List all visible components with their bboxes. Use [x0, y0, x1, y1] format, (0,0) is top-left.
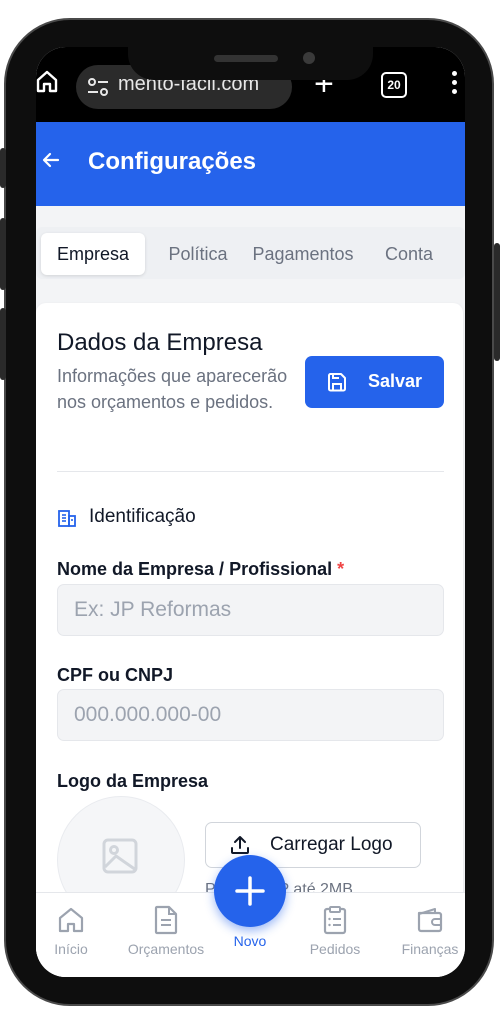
upload-logo-label: Carregar Logo	[270, 834, 393, 855]
document-icon	[121, 905, 211, 935]
phone-volume-down	[0, 308, 6, 380]
tab-conta[interactable]: Conta	[374, 233, 444, 275]
building-icon	[57, 508, 77, 533]
nav-financas[interactable]: Finanças	[385, 905, 465, 957]
nav-pedidos-label: Pedidos	[309, 941, 361, 957]
required-asterisk: *	[337, 559, 345, 579]
plus-icon	[234, 875, 266, 912]
nav-inicio-label: Início	[54, 941, 88, 957]
nav-pedidos[interactable]: Pedidos	[290, 905, 380, 957]
save-button[interactable]: Salvar	[305, 356, 444, 408]
page-title: Configurações	[88, 148, 257, 175]
company-name-label-text: Nome da Empresa / Profissional	[57, 559, 333, 579]
nav-inicio[interactable]: Início	[36, 905, 116, 957]
card-title: Dados da Empresa	[57, 329, 263, 356]
section-label: Identificação	[89, 506, 196, 527]
browser-menu-icon[interactable]	[452, 71, 457, 98]
settings-tabs: Empresa Política Pagamentos Conta	[36, 227, 465, 279]
app-header: Configurações	[36, 122, 465, 206]
save-icon	[327, 372, 347, 397]
tab-pagamentos[interactable]: Pagamentos	[243, 233, 363, 275]
nav-orcamentos[interactable]: Orçamentos	[121, 905, 211, 957]
browser-home-icon[interactable]	[36, 69, 58, 98]
wallet-icon	[385, 905, 465, 935]
company-name-label: Nome da Empresa / Profissional *	[57, 559, 344, 580]
new-order-fab[interactable]	[214, 855, 286, 927]
tab-count-button[interactable]: 20	[381, 72, 407, 98]
divider	[57, 471, 444, 472]
screen: mento-facil.com + 20 Configurações Empre…	[36, 47, 465, 977]
image-placeholder-icon	[102, 838, 138, 879]
nav-financas-label: Finanças	[401, 941, 459, 957]
cpf-cnpj-label: CPF ou CNPJ	[57, 665, 174, 685]
phone-mute-switch	[0, 148, 6, 188]
company-name-input[interactable]	[57, 584, 444, 636]
back-arrow-icon[interactable]	[42, 152, 60, 173]
tab-empresa[interactable]: Empresa	[41, 233, 145, 275]
logo-label: Logo da Empresa	[57, 771, 209, 791]
phone-power-button	[494, 243, 500, 361]
save-label: Salvar	[368, 371, 423, 391]
site-settings-icon[interactable]	[86, 75, 110, 104]
card-description: Informações que aparecerão nos orçamento…	[57, 366, 288, 412]
front-camera	[303, 52, 315, 64]
speaker-grille	[214, 55, 278, 62]
tab-politica[interactable]: Política	[157, 233, 239, 275]
clipboard-icon	[290, 905, 380, 935]
nav-orcamentos-label: Orçamentos	[127, 941, 205, 957]
nav-novo-label[interactable]: Novo	[214, 933, 286, 949]
cpf-cnpj-input[interactable]	[57, 689, 444, 741]
phone-volume-up	[0, 218, 6, 290]
home-icon	[36, 905, 116, 935]
phone-notch	[128, 30, 373, 80]
